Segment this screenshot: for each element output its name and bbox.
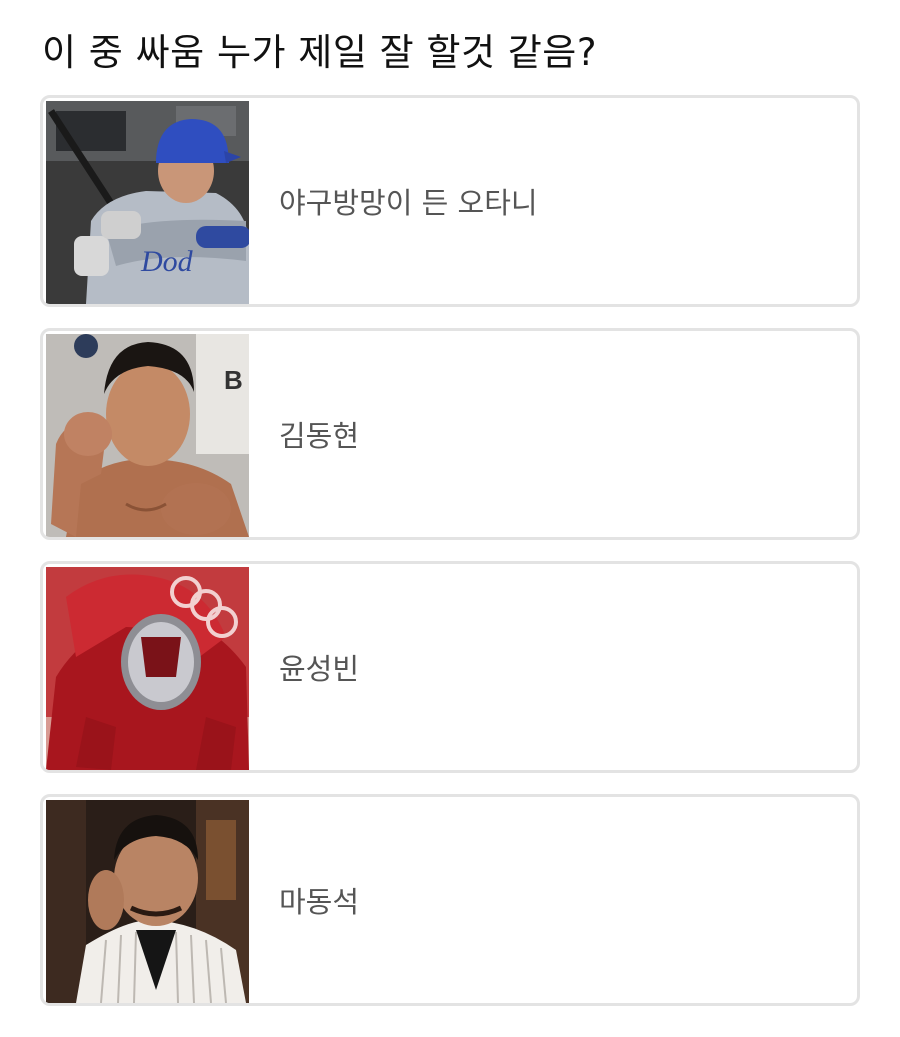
poll-option-2[interactable]: B 김동현 (40, 328, 860, 540)
option-label: 김동현 (279, 419, 360, 453)
svg-text:B: B (224, 365, 243, 395)
baseball-player-photo: Dod (46, 101, 249, 304)
poll-options: Dod 야구방망이 든 오타니 B 김동현 윤성빈 마동석 (40, 95, 860, 1027)
fighter-photo: B (46, 334, 249, 537)
poll-question: 이 중 싸움 누가 제일 잘 할것 같음? (42, 31, 597, 74)
svg-text:Dod: Dod (140, 245, 194, 278)
actor-photo (46, 800, 249, 1003)
skeleton-athlete-photo (46, 567, 249, 770)
option-label: 윤성빈 (279, 652, 360, 686)
poll-option-3[interactable]: 윤성빈 (40, 561, 860, 773)
poll-option-1[interactable]: Dod 야구방망이 든 오타니 (40, 95, 860, 307)
option-label: 마동석 (279, 885, 360, 919)
poll-option-4[interactable]: 마동석 (40, 794, 860, 1006)
option-label: 야구방망이 든 오타니 (279, 186, 538, 220)
